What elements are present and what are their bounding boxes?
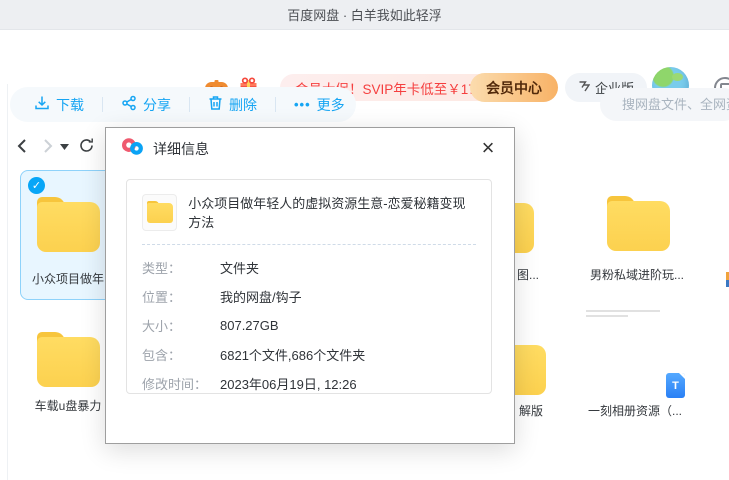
- download-button[interactable]: 下载: [34, 95, 84, 115]
- details-dialog: 详细信息 × 小众项目做年轻人的虚拟资源生意-恋爱秘籍变现方法 类型： 文件夹 …: [105, 127, 515, 444]
- share-icon: [121, 95, 137, 114]
- folder-icon: [37, 197, 100, 252]
- details-panel: 小众项目做年轻人的虚拟资源生意-恋爱秘籍变现方法 类型： 文件夹 位置： 我的网…: [126, 179, 492, 394]
- folder-card[interactable]: ✓ 小众项目做年: [20, 170, 116, 300]
- window-titlebar: 百度网盘 · 白羊我如此轻浮: [0, 0, 729, 30]
- folder-name[interactable]: 车载u盘暴力: [20, 397, 116, 414]
- folder-name[interactable]: 解版: [519, 402, 543, 419]
- search-input[interactable]: [620, 96, 729, 113]
- folder-icon: [37, 332, 100, 387]
- close-icon[interactable]: ×: [475, 135, 501, 161]
- forward-button[interactable]: [38, 136, 58, 156]
- header: 会员大促！SVIP年卡低至￥178 会员中心 企业版 SVIP1: [0, 30, 729, 82]
- folder-name[interactable]: 小众项目做年: [21, 270, 115, 287]
- action-toolbar: 下载 分享 删除 ••• 更多: [10, 87, 356, 122]
- app-window: 百度网盘 · 白羊我如此轻浮 会员大促！SVIP年卡低至￥178 会员中心 企业…: [0, 0, 729, 480]
- file-summary-row: 小众项目做年轻人的虚拟资源生意-恋爱秘籍变现方法: [142, 193, 476, 231]
- share-button[interactable]: 分享: [121, 95, 171, 115]
- more-button[interactable]: ••• 更多: [294, 95, 345, 115]
- enterprise-icon: [578, 80, 590, 95]
- history-caret-icon[interactable]: [58, 142, 70, 152]
- more-icon: •••: [294, 100, 311, 110]
- detail-row-size: 大小： 807.27GB: [142, 311, 476, 340]
- netdisk-logo-icon: [121, 136, 144, 162]
- folder-card[interactable]: 车载u盘暴力: [20, 326, 116, 456]
- folder-name[interactable]: 图...: [517, 266, 539, 283]
- faint-watermark: [586, 310, 660, 322]
- window-title: 百度网盘 · 白羊我如此轻浮: [287, 5, 442, 24]
- download-icon: [34, 95, 50, 114]
- file-name: 小众项目做年轻人的虚拟资源生意-恋爱秘籍变现方法: [188, 193, 476, 231]
- folder-icon: [142, 194, 177, 231]
- toolbar-separator: [275, 97, 276, 112]
- delete-button[interactable]: 删除: [208, 95, 257, 115]
- folder-icon[interactable]: [607, 196, 670, 251]
- refresh-button[interactable]: [76, 135, 96, 155]
- detail-row-type: 类型： 文件夹: [142, 253, 476, 282]
- dialog-header: 详细信息: [106, 128, 514, 170]
- dialog-title: 详细信息: [153, 139, 209, 159]
- txt-file-icon[interactable]: T: [666, 373, 685, 398]
- back-button[interactable]: [12, 136, 32, 156]
- check-icon[interactable]: ✓: [28, 177, 45, 194]
- detail-row-location: 位置： 我的网盘/钩子: [142, 282, 476, 311]
- detail-row-modified: 修改时间： 2023年06月19日, 12:26: [142, 369, 476, 398]
- detail-row-contains: 包含： 6821个文件,686个文件夹: [142, 340, 476, 369]
- trash-icon: [208, 95, 223, 114]
- vip-center-button[interactable]: 会员中心: [470, 73, 558, 102]
- toolbar-separator: [189, 97, 190, 112]
- dashed-divider: [142, 244, 476, 245]
- folder-name[interactable]: 男粉私域进阶玩...: [590, 266, 684, 283]
- file-name[interactable]: 一刻相册资源（...: [588, 402, 682, 419]
- toolbar-separator: [102, 97, 103, 112]
- search-box: [600, 88, 729, 121]
- content-divider: [7, 84, 8, 480]
